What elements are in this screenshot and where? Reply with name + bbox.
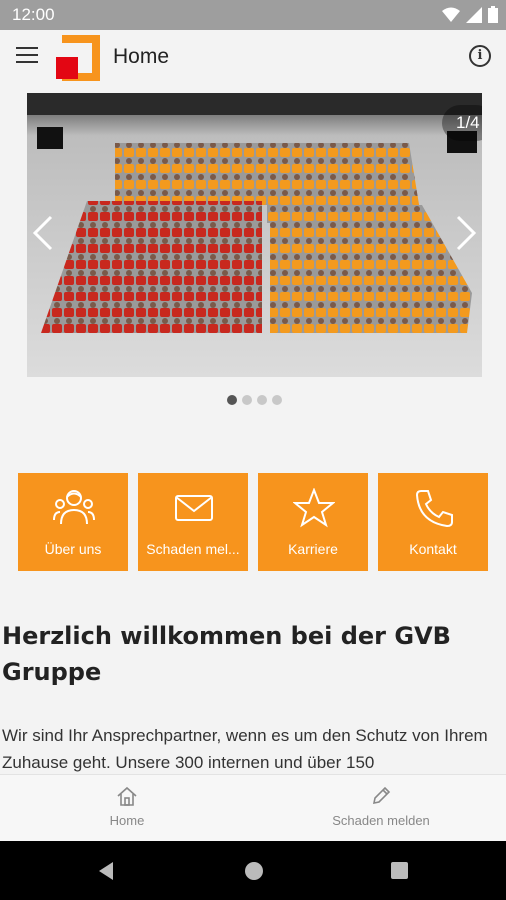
carousel-dot[interactable] bbox=[242, 395, 252, 405]
nav-item-label: Home bbox=[109, 813, 145, 828]
chevron-right-icon[interactable] bbox=[450, 213, 480, 253]
pencil-icon bbox=[372, 786, 391, 805]
tile-kontakt[interactable]: Kontakt bbox=[378, 473, 488, 571]
tile-label: Karriere bbox=[288, 541, 338, 557]
intro-text: Wir sind Ihr Ansprechpartner, wenn es um… bbox=[2, 726, 488, 772]
bottom-navigation: Home Schaden melden bbox=[0, 774, 506, 841]
back-icon[interactable] bbox=[97, 861, 115, 881]
menu-button[interactable] bbox=[16, 47, 38, 67]
star-icon bbox=[293, 488, 335, 528]
carousel-indicator bbox=[227, 395, 282, 405]
status-bar: 12:00 bbox=[0, 0, 506, 30]
carousel-photo bbox=[27, 93, 482, 377]
recents-icon[interactable] bbox=[390, 861, 409, 880]
hamburger-line bbox=[16, 61, 38, 63]
tile-karriere[interactable]: Karriere bbox=[258, 473, 368, 571]
gvb-logo bbox=[54, 35, 100, 81]
carousel-dot[interactable] bbox=[227, 395, 237, 405]
nav-item-label: Schaden melden bbox=[332, 813, 430, 828]
hamburger-line bbox=[16, 47, 38, 49]
info-icon: i bbox=[477, 48, 483, 63]
tile-label: Über uns bbox=[44, 541, 102, 557]
status-time: 12:00 bbox=[12, 5, 55, 24]
status-icons bbox=[442, 6, 498, 23]
info-button[interactable]: i bbox=[469, 45, 491, 67]
system-navigation-bar bbox=[0, 841, 506, 900]
wifi-icon bbox=[442, 7, 460, 22]
tile-label: Schaden mel... bbox=[146, 541, 240, 557]
mail-icon bbox=[175, 495, 213, 521]
tile-label: Kontakt bbox=[409, 541, 457, 557]
team-icon bbox=[53, 490, 95, 525]
app-bar: Home i bbox=[0, 30, 506, 86]
carousel-dot[interactable] bbox=[257, 395, 267, 405]
welcome-heading: Herzlich willkommen bei der GVB Gruppe bbox=[2, 622, 451, 686]
tile-schaden-melden[interactable]: Schaden mel... bbox=[138, 473, 248, 571]
home-icon bbox=[117, 786, 137, 806]
battery-icon bbox=[488, 6, 498, 23]
tile-ueber-uns[interactable]: Über uns bbox=[18, 473, 128, 571]
chevron-left-icon[interactable] bbox=[29, 213, 59, 253]
nav-item-home[interactable]: Home bbox=[47, 785, 207, 828]
phone-icon bbox=[415, 490, 453, 528]
image-carousel[interactable]: 1/4 bbox=[27, 93, 482, 377]
page-title: Home bbox=[113, 45, 170, 68]
home-circle-icon[interactable] bbox=[244, 861, 264, 881]
slide-counter: 1/4 bbox=[442, 105, 482, 141]
carousel-dot[interactable] bbox=[272, 395, 282, 405]
nav-item-schaden-melden[interactable]: Schaden melden bbox=[301, 785, 461, 828]
quick-links: Über uns Schaden mel... Karriere Kontakt bbox=[18, 473, 488, 571]
signal-icon bbox=[466, 6, 482, 23]
hamburger-line bbox=[16, 54, 38, 56]
